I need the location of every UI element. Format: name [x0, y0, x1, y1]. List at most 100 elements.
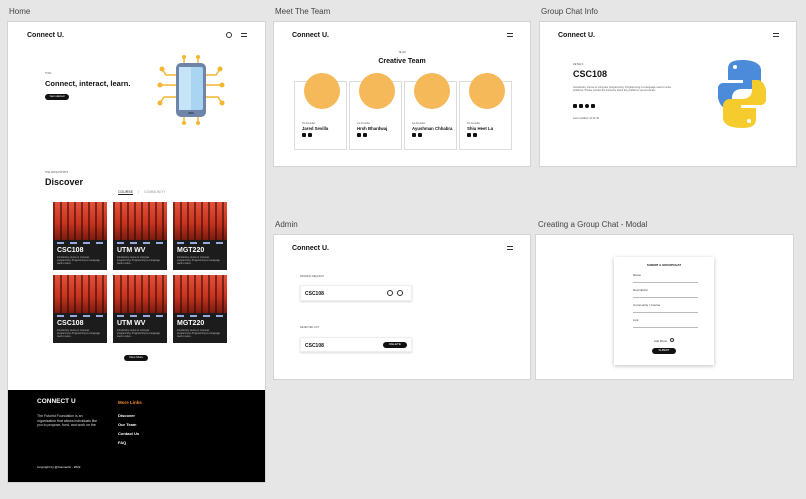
- delete-button[interactable]: DELETE: [383, 342, 407, 348]
- menu-icon[interactable]: [241, 33, 247, 37]
- card-tags: [177, 242, 223, 244]
- name-field[interactable]: [633, 282, 698, 283]
- card-image: [173, 275, 227, 313]
- link-field[interactable]: [633, 327, 698, 328]
- reject-icon[interactable]: [397, 290, 403, 296]
- card-title: MGT220: [177, 247, 205, 254]
- groupchat-card[interactable]: UTM WV Introductory course to computer p…: [113, 202, 167, 270]
- groupchat-card[interactable]: MGT220 Introductory course to computer p…: [173, 202, 227, 270]
- groupchat-card[interactable]: CSC108 Introductory course to computer p…: [53, 275, 107, 343]
- group-title: CSC108: [573, 69, 608, 79]
- frame-label-home: Home: [9, 7, 31, 16]
- footer-link-contact[interactable]: Contact Us: [118, 431, 139, 436]
- member-name: Shiu Heet Lu: [467, 126, 494, 131]
- card-title: CSC108: [57, 320, 84, 327]
- name-field-label: Name: [633, 273, 642, 277]
- footer-link-faq[interactable]: FAQ: [118, 440, 126, 445]
- github-icon[interactable]: [579, 104, 583, 108]
- card-title: UTM WV: [117, 320, 146, 327]
- get-started-button[interactable]: Get started: [45, 94, 69, 100]
- submit-button[interactable]: SUBMIT: [652, 348, 676, 354]
- linkedin-icon[interactable]: [357, 133, 361, 137]
- last-modified: Last modified: 12:31:45: [573, 117, 599, 120]
- view-more-button[interactable]: View More: [124, 355, 148, 361]
- card-description: Introductory course to computer programm…: [57, 257, 100, 265]
- footer-link-team[interactable]: Our Team: [118, 422, 136, 427]
- pending-request-row: CSC108: [300, 285, 412, 301]
- card-tags: [57, 315, 103, 317]
- avatar: [414, 73, 450, 109]
- discord-icon[interactable]: [591, 104, 595, 108]
- menu-icon[interactable]: [507, 33, 513, 37]
- linkedin-icon[interactable]: [573, 104, 577, 108]
- footer-description: The Futurist Foundation is an organisati…: [37, 414, 98, 427]
- home-frame: Connect U. TOOL Connect, interact, learn…: [8, 22, 265, 482]
- groupchat-card[interactable]: MGT220 Introductory course to computer p…: [173, 275, 227, 343]
- footer: CONNECT U The Futurist Foundation is an …: [8, 390, 265, 482]
- description-field[interactable]: [633, 297, 698, 298]
- card-title: CSC108: [57, 247, 84, 254]
- card-tags: [57, 242, 103, 244]
- team-eyebrow: TE 2M: [398, 51, 406, 54]
- brand-logo[interactable]: Connect U.: [27, 32, 64, 39]
- frame-label-group: Group Chat Info: [541, 7, 598, 16]
- group-frame: Connect U. DETAILS CSC108 Introductory c…: [540, 22, 796, 166]
- hero-eyebrow: TOOL: [45, 72, 52, 75]
- rejected-course: CSC108: [305, 343, 324, 349]
- team-member-card: Co-Founder Shiu Heet Lu: [459, 73, 512, 150]
- category-field[interactable]: [633, 312, 698, 313]
- tab-course[interactable]: COURSE: [118, 190, 133, 195]
- card-title: MGT220: [177, 320, 205, 327]
- linkedin-icon[interactable]: [302, 133, 306, 137]
- approve-icon[interactable]: [387, 290, 393, 296]
- groupchat-card[interactable]: CSC108 Introductory course to computer p…: [53, 202, 107, 270]
- linkedin-icon[interactable]: [412, 133, 416, 137]
- user-icon[interactable]: [226, 32, 232, 38]
- group-eyebrow: DETAILS: [573, 63, 584, 66]
- team-title: Creative Team: [378, 58, 426, 65]
- brand-logo[interactable]: Connect U.: [292, 245, 329, 252]
- rejected-row: CSC108 DELETE: [300, 337, 412, 352]
- tab-community[interactable]: COMMUNITY: [144, 190, 166, 194]
- card-description: Introductory course to computer programm…: [177, 257, 220, 265]
- admin-frame: Connect U. PENDING REQUEST CSC108 REJECT…: [274, 235, 530, 379]
- menu-icon[interactable]: [507, 246, 513, 250]
- github-icon[interactable]: [308, 133, 312, 137]
- frame-label-modal: Creating a Group Chat - Modal: [538, 220, 648, 229]
- card-image: [113, 275, 167, 313]
- member-name: Hrsh Bhardwaj: [357, 126, 388, 131]
- github-icon[interactable]: [418, 133, 422, 137]
- brand-logo[interactable]: Connect U.: [292, 32, 329, 39]
- team-member-card: Co-Founder Hrsh Bhardwaj: [349, 73, 402, 150]
- pending-requests-label: PENDING REQUEST: [300, 275, 325, 278]
- footer-link-discover[interactable]: Discover: [118, 413, 135, 418]
- category-field-label: Community / Course: [633, 303, 661, 307]
- linkedin-icon[interactable]: [467, 133, 471, 137]
- card-tags: [117, 315, 163, 317]
- add-photo-label: Add Photo: [654, 339, 668, 343]
- team-member-card: Co-Founder Jared Sevilla: [294, 73, 347, 150]
- member-role: Co-Founder: [357, 122, 371, 125]
- brand-logo[interactable]: Connect U.: [558, 32, 595, 39]
- discover-title: Discover: [45, 177, 84, 187]
- menu-icon[interactable]: [773, 33, 779, 37]
- avatar: [304, 73, 340, 109]
- github-icon[interactable]: [363, 133, 367, 137]
- member-role: Co-Founder: [467, 122, 481, 125]
- card-tags: [177, 315, 223, 317]
- discover-eyebrow: THE GROUPCHATS: [45, 171, 69, 174]
- github-icon[interactable]: [473, 133, 477, 137]
- rejected-list-label: REJECTED LIST: [300, 326, 320, 329]
- link-field-label: Link: [633, 318, 639, 322]
- upload-icon[interactable]: [670, 338, 674, 342]
- groupchat-card[interactable]: UTM WV Introductory course to computer p…: [113, 275, 167, 343]
- create-groupchat-modal: SUBMIT A GROUPCHAT Name Description Comm…: [614, 257, 714, 365]
- footer-title: CONNECT U: [37, 398, 76, 405]
- tab-divider: |: [138, 190, 139, 194]
- frame-label-admin: Admin: [275, 220, 298, 229]
- card-image: [53, 202, 107, 240]
- instagram-icon[interactable]: [585, 104, 589, 108]
- footer-copyright: Copyright by @ConnectU - 2022: [37, 465, 81, 469]
- modal-title: SUBMIT A GROUPCHAT: [646, 263, 682, 267]
- avatar: [359, 73, 395, 109]
